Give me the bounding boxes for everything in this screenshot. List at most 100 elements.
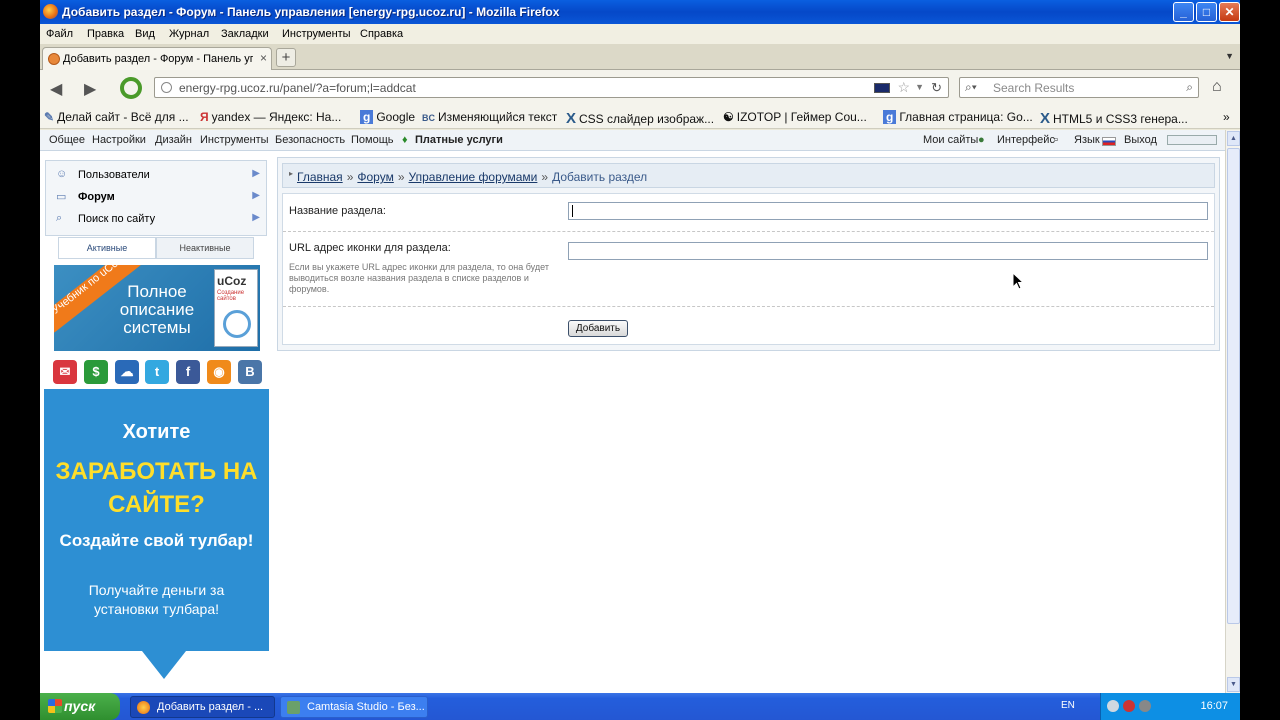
bookmark-label: Google <box>376 110 416 124</box>
menu-edit[interactable]: Правка <box>87 28 124 40</box>
cp-logout[interactable]: Выход <box>1124 134 1157 146</box>
menu-history[interactable]: Журнал <box>169 28 209 40</box>
menu-view[interactable]: Вид <box>135 28 155 40</box>
sidebar-tabs: Активные Неактивные <box>58 237 254 259</box>
menu-bookmarks[interactable]: Закладки <box>221 28 269 40</box>
cp-menu-tools[interactable]: Инструменты <box>200 134 269 146</box>
paid-services-icon: ♦ <box>402 134 408 146</box>
scroll-thumb[interactable] <box>1227 148 1240 624</box>
minimize-button[interactable]: _ <box>1173 2 1194 22</box>
bookmark-star-icon[interactable]: ☆ <box>897 79 910 96</box>
taskbar-item-camtasia[interactable]: Camtasia Studio - Без... <box>280 696 428 718</box>
search-icon: ⌕ <box>56 212 63 224</box>
search-go-icon[interactable]: ⌕ <box>1186 80 1193 95</box>
bookmark-item[interactable]: ✎ Делай сайт - Всё для ... <box>44 110 189 124</box>
bookmark-item[interactable]: BC Изменяющийся текст <box>422 110 557 124</box>
cp-menu-security[interactable]: Безопасность <box>275 134 345 146</box>
refresh-icon[interactable]: ↻ <box>931 80 942 96</box>
cp-menu-help[interactable]: Помощь <box>351 134 394 146</box>
yin-yang-icon: ☯ <box>723 110 734 124</box>
address-bar[interactable]: energy-rpg.ucoz.ru/panel/?a=forum;l=addc… <box>154 77 949 98</box>
start-button[interactable]: пуск <box>40 693 120 720</box>
icon-url-input[interactable] <box>568 242 1208 260</box>
chevron-right-icon: ▶ <box>252 212 260 223</box>
breadcrumb-current: Добавить раздел <box>552 170 648 184</box>
disc-icon <box>223 310 251 338</box>
tab-inactive[interactable]: Неактивные <box>156 237 254 259</box>
menu-help[interactable]: Справка <box>360 28 403 40</box>
menu-bar: Файл Правка Вид Журнал Закладки Инструме… <box>40 24 1240 44</box>
breadcrumb-home[interactable]: Главная <box>297 170 343 184</box>
breadcrumb: ▸ Главная» Форум» Управление форумами» Доба… <box>282 163 1215 188</box>
url-text[interactable]: energy-rpg.ucoz.ru/panel/?a=forum;l=addc… <box>179 81 416 95</box>
url-dropdown-icon[interactable]: ▼ <box>915 82 924 92</box>
mail-icon[interactable]: ✉ <box>53 360 77 384</box>
taskbar-item-firefox[interactable]: Добавить раздел - ... <box>130 696 275 718</box>
page-viewport: Общее Настройки Дизайн Инструменты Безоп… <box>40 130 1225 693</box>
bookmark-item[interactable]: ☯ IZOTOP | Геймер Cou... <box>723 110 867 124</box>
back-button[interactable]: ◀ <box>50 79 62 99</box>
ucoz-tutorial-banner[interactable]: Учебник по uCoz Полное описание системы … <box>54 265 260 351</box>
menu-tools[interactable]: Инструменты <box>282 28 351 40</box>
language-indicator[interactable]: EN <box>1061 700 1075 711</box>
window-title: Добавить раздел - Форум - Панель управле… <box>62 5 560 19</box>
toolbar-ad-banner[interactable]: Хотите ЗАРАБОТАТЬ НА САЙТЕ? Создайте сво… <box>44 389 269 693</box>
bookmark-item[interactable]: X CSS слайдер изображ... <box>566 110 714 127</box>
chevron-right-icon: ▶ <box>252 168 260 179</box>
reload-icon[interactable] <box>120 77 142 99</box>
search-engine-icon[interactable]: ⌕▾ <box>965 80 977 95</box>
search-placeholder: Search Results <box>993 81 1075 95</box>
rss-icon[interactable]: ◉ <box>207 360 231 384</box>
new-tab-button[interactable]: + <box>276 48 296 67</box>
width-slider[interactable] <box>1167 135 1217 145</box>
menu-file[interactable]: Файл <box>46 28 73 40</box>
site-identity-icon[interactable] <box>161 82 172 93</box>
network-icon[interactable] <box>1107 700 1119 712</box>
forward-button[interactable]: ▶ <box>84 79 96 99</box>
icon-url-hint: Если вы укажете URL адрес иконки для раз… <box>289 262 549 294</box>
search-box[interactable]: ⌕▾ Search Results ⌕ <box>959 77 1199 98</box>
close-window-button[interactable]: ✕ <box>1219 2 1240 22</box>
money-icon[interactable]: $ <box>84 360 108 384</box>
section-name-input[interactable] <box>568 202 1208 220</box>
bookmark-item[interactable]: g Google <box>360 110 415 124</box>
breadcrumb-manage-forums[interactable]: Управление форумами <box>409 170 538 184</box>
tab-list-chevron-icon[interactable]: ▼ <box>1225 51 1234 61</box>
cp-menu-paid-services[interactable]: Платные услуги <box>415 134 503 146</box>
add-button[interactable]: Добавить <box>568 320 628 337</box>
volume-icon[interactable] <box>1139 700 1151 712</box>
cp-menu-settings[interactable]: Настройки <box>92 134 146 146</box>
interface-icon: ▫ <box>1054 134 1058 146</box>
vk-icon[interactable]: В <box>238 360 262 384</box>
cp-my-sites[interactable]: Мои сайты <box>923 134 978 146</box>
facebook-icon[interactable]: f <box>176 360 200 384</box>
scroll-down-icon[interactable]: ▼ <box>1227 677 1240 692</box>
cp-language[interactable]: Язык <box>1074 134 1100 146</box>
promo-text: Полное описание системы <box>119 282 195 337</box>
breadcrumb-forum[interactable]: Форум <box>357 170 393 184</box>
russian-flag-icon <box>1102 137 1116 146</box>
sidebar-item-site-search[interactable]: ⌕ Поиск по сайту ▶ <box>46 208 266 230</box>
tray-app-icon[interactable] <box>1123 700 1135 712</box>
tab-active[interactable]: Активные <box>58 237 156 259</box>
sidebar-item-forum[interactable]: ▭ Форум ▶ <box>46 186 266 208</box>
ucoz-subtitle: Создание сайтов <box>217 290 245 302</box>
sidebar-item-users[interactable]: ☺ Пользователи ▶ <box>46 164 266 186</box>
bookmark-item[interactable]: X HTML5 и CSS3 генера... <box>1040 110 1188 127</box>
cp-interface[interactable]: Интерфейс <box>997 134 1055 146</box>
bookmarks-toolbar: ✎ Делай сайт - Всё для ... Яyandex — Янде… <box>40 105 1240 129</box>
cp-menu-design[interactable]: Дизайн <box>155 134 192 146</box>
maximize-button[interactable]: □ <box>1196 2 1217 22</box>
home-button[interactable]: ⌂ <box>1212 78 1222 96</box>
bookmark-item[interactable]: Яyandex — Яндекс: На... <box>200 110 341 124</box>
cp-menu-general[interactable]: Общее <box>49 134 85 146</box>
cloud-icon[interactable]: ☁ <box>115 360 139 384</box>
bookmarks-more-chevron-icon[interactable]: » <box>1223 110 1230 124</box>
flag-icon <box>874 83 890 93</box>
tab-add-section[interactable]: Добавить раздел - Форум - Панель уп... × <box>42 47 272 70</box>
tab-close-icon[interactable]: × <box>260 51 267 65</box>
twitter-icon[interactable]: t <box>145 360 169 384</box>
scroll-up-icon[interactable]: ▲ <box>1227 131 1240 146</box>
vertical-scrollbar[interactable]: ▲ ▼ <box>1225 130 1240 693</box>
bookmark-item[interactable]: g Главная страница: Go... <box>883 110 1033 124</box>
